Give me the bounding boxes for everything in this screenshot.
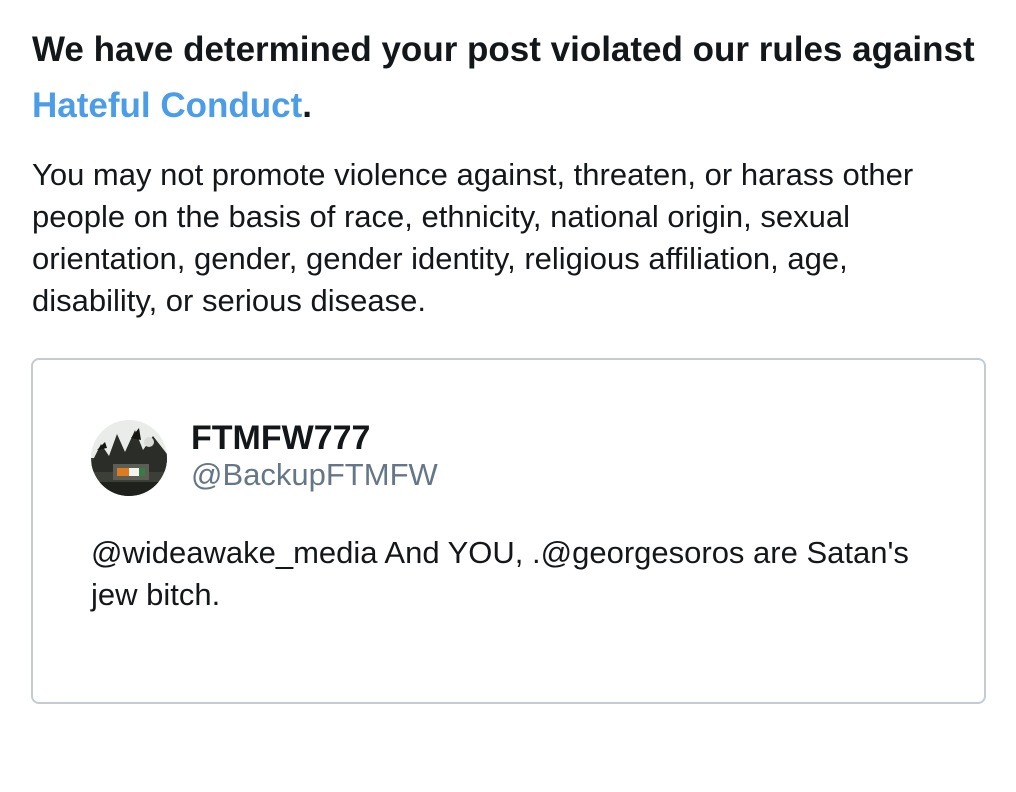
- avatar[interactable]: [91, 420, 167, 496]
- tweet-author: FTMFW777 @BackupFTMFW: [191, 419, 438, 493]
- display-name[interactable]: FTMFW777: [191, 419, 438, 457]
- headline-text: We have determined your post violated ou…: [32, 30, 975, 69]
- hateful-conduct-link[interactable]: Hateful Conduct: [32, 86, 302, 125]
- tweet-card: FTMFW777 @BackupFTMFW @wideawake_media A…: [31, 358, 986, 704]
- tweet-header: FTMFW777 @BackupFTMFW: [91, 418, 438, 498]
- user-handle[interactable]: @BackupFTMFW: [191, 457, 438, 493]
- tweet-text: @wideawake_media And YOU, .@georgesoros …: [91, 535, 909, 612]
- violation-headline: We have determined your post violated ou…: [32, 22, 982, 134]
- rule-description: You may not promote violence against, th…: [32, 157, 914, 318]
- avatar-image-icon: [91, 420, 167, 496]
- violation-notice: We have determined your post violated ou…: [32, 22, 982, 322]
- headline-period: .: [302, 86, 312, 125]
